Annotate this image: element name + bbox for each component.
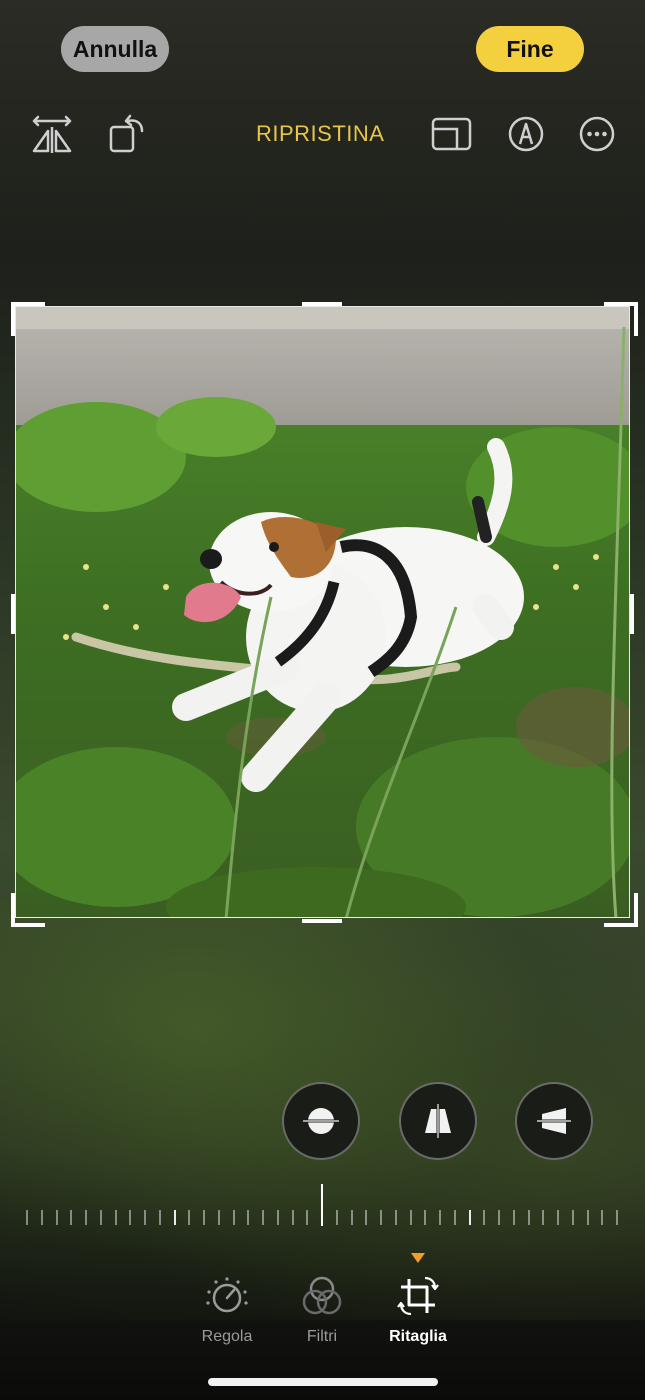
ruler-tick (291, 1210, 294, 1225)
cancel-button[interactable]: Annulla (61, 26, 169, 72)
ruler-tick (380, 1210, 382, 1225)
rotate-icon[interactable] (108, 113, 148, 160)
ruler-tick (232, 1210, 235, 1225)
ruler-needle (321, 1184, 323, 1226)
aspect-ratio-icon[interactable] (431, 115, 473, 158)
vertical-perspective-icon (425, 1104, 451, 1138)
vertical-perspective-button[interactable] (399, 1082, 477, 1160)
horizontal-perspective-button[interactable] (515, 1082, 593, 1160)
ruler-tick (276, 1210, 279, 1225)
tab-regola-label: Regola (201, 1328, 253, 1345)
ruler-tick (335, 1210, 338, 1225)
ruler-tick (616, 1210, 618, 1225)
ruler-tick (542, 1210, 545, 1225)
tab-ritaglia-label: Ritaglia (389, 1328, 447, 1345)
ruler-tick (394, 1210, 397, 1225)
ruler-tick (158, 1210, 161, 1225)
tab-filtri-label: Filtri (306, 1328, 338, 1345)
ruler-tick (99, 1210, 102, 1225)
crop-handle-bottom[interactable] (302, 919, 342, 923)
ruler-tick (350, 1210, 353, 1225)
crop-handle-top-right[interactable] (604, 302, 638, 336)
horizontal-perspective-icon (537, 1108, 571, 1134)
ruler-tick (439, 1210, 441, 1225)
ruler-tick (217, 1210, 220, 1225)
ruler-tick (306, 1210, 309, 1225)
tab-filtri[interactable]: Filtri (277, 1275, 367, 1346)
ruler-tick (203, 1210, 205, 1225)
active-tab-marker (411, 1253, 425, 1263)
ruler-tick (173, 1210, 176, 1225)
more-icon[interactable] (577, 114, 617, 159)
ruler-tick (262, 1210, 264, 1225)
reset-button[interactable]: RIPRISTINA (256, 121, 384, 147)
ruler-tick (85, 1210, 87, 1225)
ruler-tick (129, 1210, 132, 1225)
ruler-tick (498, 1210, 500, 1225)
ruler-tick (26, 1210, 28, 1225)
ruler-tick (571, 1210, 574, 1225)
ruler-tick (453, 1210, 456, 1225)
ruler-tick (188, 1210, 191, 1225)
ruler-tick (601, 1210, 604, 1225)
ruler-tick (557, 1210, 559, 1225)
markup-pen-icon[interactable] (506, 114, 546, 159)
tab-regola[interactable]: Regola (182, 1275, 272, 1346)
ruler-tick (114, 1210, 117, 1225)
done-button[interactable]: Fine (476, 26, 584, 72)
ruler-tick (365, 1210, 368, 1225)
dog-photo (16, 307, 629, 917)
home-indicator (208, 1378, 438, 1386)
ruler-tick (424, 1210, 427, 1225)
ruler-tick (409, 1210, 412, 1225)
crop-handle-bottom-left[interactable] (11, 893, 45, 927)
crop-handle-top-left[interactable] (11, 302, 45, 336)
straighten-icon (303, 1108, 339, 1134)
ruler-tick (70, 1210, 73, 1225)
ruler-tick (512, 1210, 515, 1225)
ruler-tick (483, 1210, 486, 1225)
crop-icon (397, 1276, 439, 1316)
crop-handle-bottom-right[interactable] (604, 893, 638, 927)
ruler-tick (468, 1210, 471, 1225)
ruler-tick (247, 1210, 250, 1225)
ruler-tick (40, 1210, 43, 1225)
ruler-tick (586, 1210, 589, 1225)
ruler-tick (144, 1210, 146, 1225)
tab-ritaglia[interactable]: Ritaglia (373, 1275, 463, 1346)
ruler-tick (527, 1210, 530, 1225)
photo-crop-area[interactable] (15, 306, 630, 918)
ruler-tick (55, 1210, 58, 1225)
angle-ruler[interactable] (26, 1180, 622, 1230)
filters-icon (302, 1276, 342, 1315)
adjust-dial-icon (206, 1277, 248, 1313)
straighten-button[interactable] (282, 1082, 360, 1160)
crop-handle-left[interactable] (11, 594, 15, 634)
crop-handle-top[interactable] (302, 302, 342, 306)
flip-horizontal-icon[interactable] (30, 113, 74, 160)
crop-handle-right[interactable] (630, 594, 634, 634)
